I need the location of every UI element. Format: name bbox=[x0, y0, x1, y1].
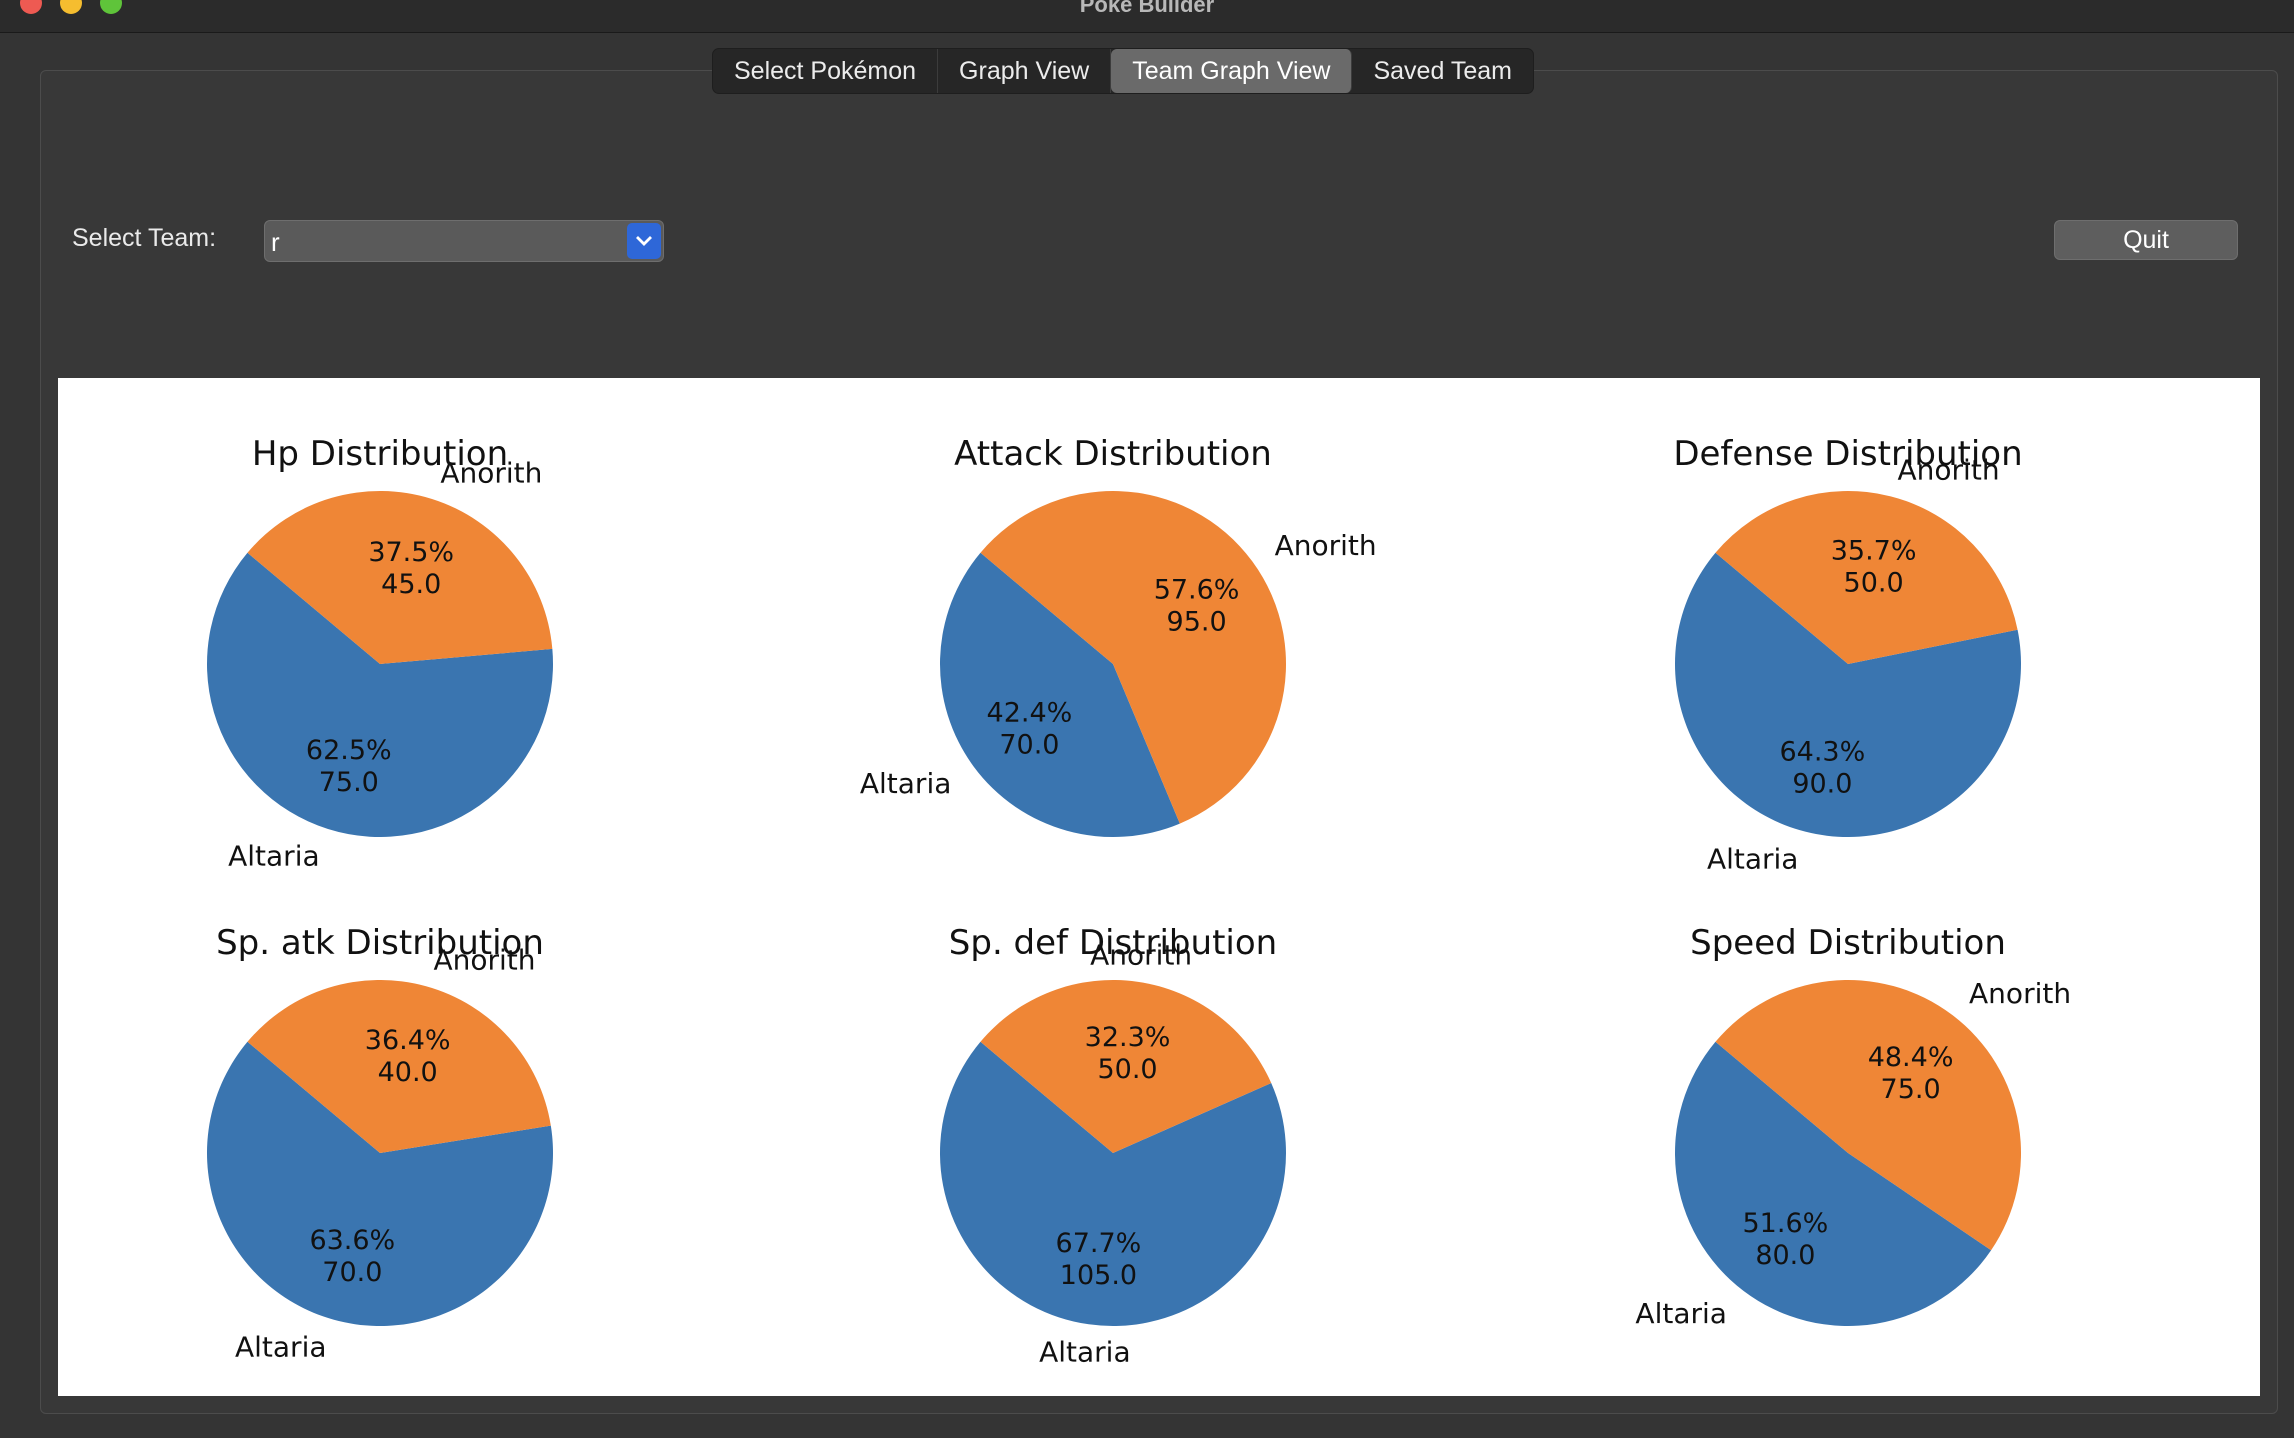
pie-value-label: 80.0 bbox=[1755, 1240, 1815, 1271]
pie-percent-label: 36.4% bbox=[365, 1025, 451, 1056]
pie-percent-label: 51.6% bbox=[1743, 1208, 1829, 1239]
pie-slice-label: Anorith bbox=[440, 457, 542, 490]
tab-saved-team[interactable]: Saved Team bbox=[1352, 49, 1533, 93]
pie-slice-label: Altaria bbox=[1039, 1336, 1131, 1369]
app-window: Poke Builder Select Pokémon Graph View T… bbox=[0, 0, 2294, 1438]
window-title: Poke Builder bbox=[1079, 0, 1215, 17]
pie-charts-canvas: Hp DistributionAltaria62.5%75.0Anorith37… bbox=[207, 434, 2071, 1369]
pie-percent-label: 48.4% bbox=[1868, 1042, 1954, 1073]
pie-value-label: 45.0 bbox=[381, 569, 441, 600]
select-team-label: Select Team: bbox=[72, 224, 217, 252]
pie-value-label: 70.0 bbox=[999, 730, 1059, 761]
pie-value-label: 95.0 bbox=[1167, 606, 1227, 637]
pie-value-label: 75.0 bbox=[1881, 1074, 1941, 1105]
pie-percent-label: 67.7% bbox=[1056, 1228, 1142, 1259]
quit-button[interactable]: Quit bbox=[2054, 220, 2238, 260]
pie-value-label: 50.0 bbox=[1097, 1054, 1157, 1085]
tab-graph-view[interactable]: Graph View bbox=[938, 49, 1112, 93]
pie-percent-label: 62.5% bbox=[306, 735, 392, 766]
pie-title: Speed Distribution bbox=[1690, 923, 2006, 963]
pie-value-label: 50.0 bbox=[1844, 567, 1904, 598]
pie-percent-label: 42.4% bbox=[987, 698, 1073, 729]
team-stat-pie-figure: Hp Distribution Altaria 62.5% 75.0 Anorith 37… bbox=[58, 378, 2260, 1396]
pie-value-label: 90.0 bbox=[1792, 769, 1852, 800]
title-bar: Poke Builder bbox=[0, 0, 2294, 33]
tab-bar: Select Pokémon Graph View Team Graph Vie… bbox=[712, 48, 1534, 94]
tab-team-graph-view[interactable]: Team Graph View bbox=[1111, 49, 1353, 93]
pie-slice-label: Anorith bbox=[1969, 977, 2071, 1010]
pie-percent-label: 37.5% bbox=[368, 537, 454, 568]
pie-percent-label: 64.3% bbox=[1779, 737, 1865, 768]
pie-percent-label: 63.6% bbox=[309, 1225, 395, 1256]
pie-slice-label: Anorith bbox=[1275, 529, 1377, 562]
team-select-dropdown[interactable]: r bbox=[264, 220, 664, 262]
pie-slice-label: Altaria bbox=[860, 767, 952, 800]
tab-select-pokemon[interactable]: Select Pokémon bbox=[713, 49, 939, 93]
pie-value-label: 105.0 bbox=[1060, 1260, 1137, 1291]
pie-percent-label: 35.7% bbox=[1831, 535, 1917, 566]
pie-value-label: 40.0 bbox=[378, 1057, 438, 1088]
pie-slice-label: Altaria bbox=[1707, 842, 1799, 875]
pie-slice-label: Anorith bbox=[433, 944, 535, 977]
pie-slice-label: Altaria bbox=[1635, 1297, 1727, 1330]
pie-slice-label: Anorith bbox=[1090, 938, 1192, 971]
pie-value-label: 75.0 bbox=[319, 767, 379, 798]
pie-slice-label: Altaria bbox=[235, 1330, 327, 1363]
pie-percent-label: 57.6% bbox=[1154, 574, 1240, 605]
chevron-down-icon[interactable] bbox=[627, 223, 661, 259]
pie-percent-label: 32.3% bbox=[1085, 1022, 1171, 1053]
pie-title: Attack Distribution bbox=[954, 434, 1272, 474]
pie-slice-label: Altaria bbox=[228, 839, 320, 872]
pie-slice-label: Anorith bbox=[1898, 454, 2000, 487]
team-select-value: r bbox=[271, 227, 280, 257]
pie-value-label: 70.0 bbox=[322, 1257, 382, 1288]
